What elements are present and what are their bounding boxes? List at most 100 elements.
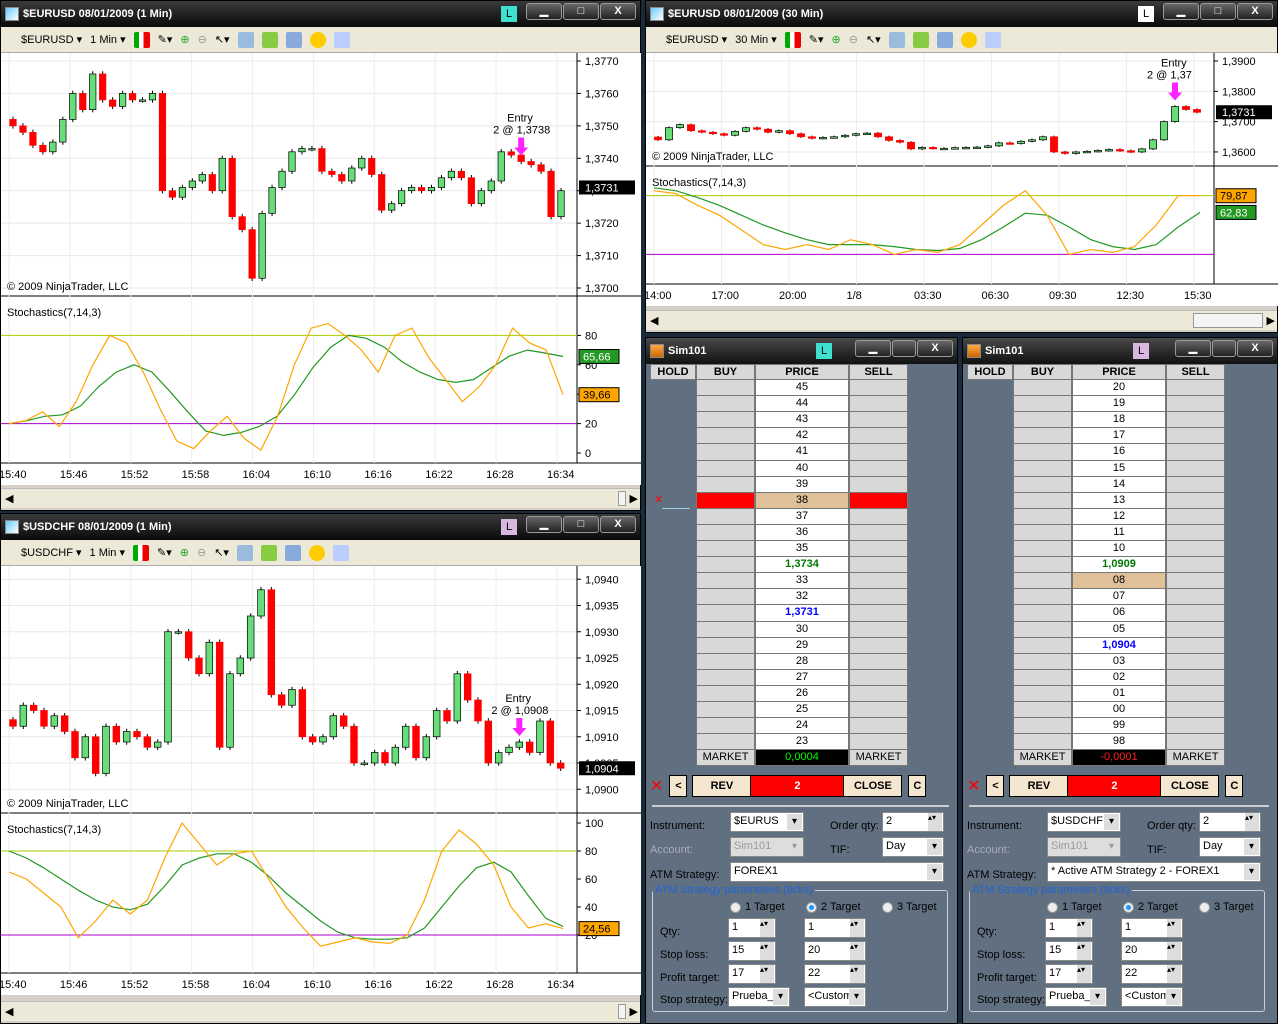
interval-selector[interactable]: 1 Min ▾ [90,546,125,559]
buy-cell[interactable] [696,476,755,493]
interval-selector[interactable]: 1 Min ▾ [90,33,125,46]
sell-cell[interactable] [1166,669,1225,686]
close-button[interactable]: X [600,516,636,533]
stop-strategy-select-2[interactable]: <Custom [1121,987,1183,1007]
instrument-selector[interactable]: $EURUSD ▾ [666,33,727,46]
profit-target-input-2[interactable]: 22 [804,964,866,984]
price-cell[interactable]: 30 [755,621,849,638]
price-cell[interactable]: 11 [1072,524,1166,542]
sell-cell[interactable] [849,718,908,735]
properties-icon[interactable] [912,31,929,48]
target-radio-2[interactable]: 2 Target [1123,901,1178,913]
buy-cell[interactable] [696,701,755,719]
sell-cell[interactable] [849,669,908,686]
instrument-selector[interactable]: $EURUSD ▾ [21,33,82,46]
buy-cell[interactable] [1013,524,1072,542]
price-cell[interactable]: 38 [755,492,849,509]
price-cell[interactable]: 01 [1072,685,1166,702]
zoom-out-icon[interactable]: ⊖ [198,33,207,46]
minimize-button[interactable]: ▁ [526,3,562,20]
sell-cell[interactable] [1166,412,1225,429]
sell-cell[interactable] [849,589,908,606]
maximize-button[interactable]: □ [563,3,599,20]
price-cell[interactable]: 19 [1072,396,1166,413]
window-title-bar[interactable]: $EURUSD 08/01/2009 (1 Min) L ▁ □ X [1,1,640,27]
draw-pencil-icon[interactable]: ✎▾ [157,546,172,559]
stop-strategy-select-2[interactable]: <Custom [804,987,866,1007]
sell-cell[interactable] [849,685,908,702]
sell-cell[interactable] [1166,605,1225,622]
scroll-left-arrow[interactable]: ◀ [5,1005,13,1018]
buy-cell[interactable] [1013,444,1072,461]
price-cell[interactable]: 28 [755,653,849,670]
cancel-x-icon[interactable]: ✕ [654,493,663,508]
pointer-icon[interactable]: ↖▾ [214,546,229,559]
sell-cell[interactable] [849,734,908,751]
price-cell[interactable]: 12 [1072,508,1166,525]
price-cell[interactable]: 45 [755,380,849,397]
maximize-button[interactable] [892,340,916,357]
buy-cell[interactable] [1013,589,1072,606]
sell-cell[interactable] [1166,380,1225,397]
price-cell[interactable]: 18 [1072,412,1166,429]
horizontal-scrollbar[interactable]: ◀ ▶ [646,310,1277,330]
sell-cell[interactable] [1166,685,1225,702]
tif-select[interactable]: Day [882,837,944,857]
chart-canvas[interactable]: 1,39001,38001,37001,360014:00 17:00 20:00 1… [646,53,1278,306]
buy-cell[interactable] [696,380,755,397]
sell-cell[interactable] [849,460,908,477]
close-position-button[interactable]: CLOSE [1160,775,1220,797]
sell-cell[interactable] [1166,718,1225,735]
price-cell[interactable]: 1,0904 [1072,637,1166,654]
price-cell[interactable]: 10 [1072,541,1166,558]
buy-cell[interactable] [696,589,755,606]
price-cell[interactable]: 37 [755,508,849,525]
price-cell[interactable]: 42 [755,428,849,445]
scroll-thumb[interactable] [1193,313,1263,328]
sell-cell[interactable] [1166,541,1225,558]
pointer-icon[interactable]: ↖▾ [215,33,230,46]
maximize-button[interactable]: □ [563,516,599,533]
zoom-in-icon[interactable]: ⊕ [180,33,189,46]
qty-input-1[interactable]: 1 [1045,918,1093,938]
target-radio-3[interactable]: 3 Target [1199,901,1254,913]
price-cell[interactable]: 08 [1072,573,1166,590]
pointer-icon[interactable]: ↖▾ [866,33,881,46]
sell-cell[interactable] [849,412,908,429]
center-button[interactable]: C [908,775,927,797]
maximize-button[interactable]: □ [1200,3,1236,20]
scroll-thumb[interactable] [618,1004,626,1019]
price-cell[interactable]: 32 [755,589,849,606]
price-cell[interactable]: 00 [1072,701,1166,719]
sell-cell[interactable] [1166,492,1225,509]
target-radio-1[interactable]: 1 Target [1047,901,1102,913]
maximize-button[interactable] [1212,340,1236,357]
scroll-left-arrow[interactable]: ◀ [650,314,658,327]
market-sell-button[interactable]: MARKET [1166,750,1225,767]
price-cell[interactable]: 29 [755,637,849,654]
qty-input-2[interactable]: 1 [804,918,866,938]
sell-cell[interactable] [849,653,908,670]
buy-cell[interactable] [696,492,755,509]
stop-loss-input-2[interactable]: 20 [1121,941,1183,961]
minimize-button[interactable]: ▁ [1163,3,1199,20]
target-radio-2[interactable]: 2 Target [806,901,861,913]
stop-loss-input-1[interactable]: 15 [728,941,776,961]
buy-cell[interactable] [696,605,755,622]
price-cell[interactable]: 26 [755,685,849,702]
profit-target-input-2[interactable]: 22 [1121,964,1183,984]
close-position-button[interactable]: CLOSE [843,775,903,797]
link-badge[interactable]: L [1138,6,1154,22]
sell-cell[interactable] [1166,621,1225,638]
indicators-icon[interactable] [284,544,301,561]
sell-cell[interactable] [1166,701,1225,719]
sell-cell[interactable] [849,573,908,590]
buy-cell[interactable] [1013,412,1072,429]
buy-cell[interactable] [1013,460,1072,477]
price-cell[interactable]: 07 [1072,589,1166,606]
sell-cell[interactable] [849,541,908,558]
buy-cell[interactable] [696,444,755,461]
link-badge[interactable]: L [501,6,517,22]
buy-cell[interactable] [1013,428,1072,445]
properties-icon[interactable] [260,544,277,561]
